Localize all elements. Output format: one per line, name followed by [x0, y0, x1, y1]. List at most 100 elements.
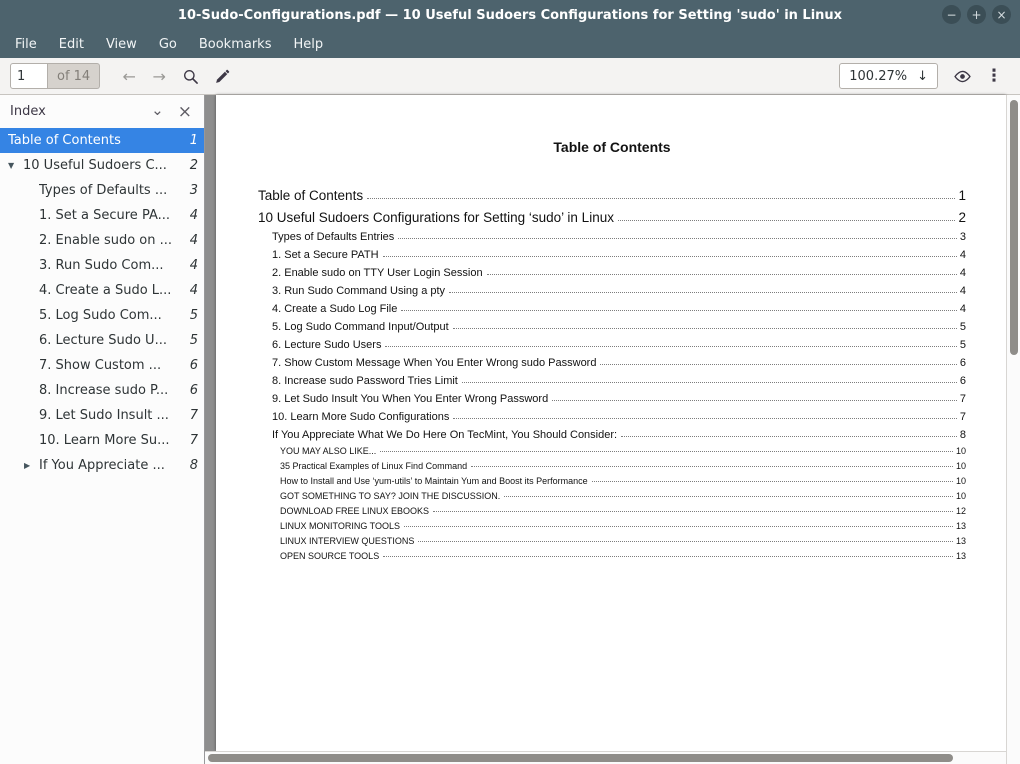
- toc-entry-label: 3. Run Sudo Command Using a pty: [272, 285, 445, 297]
- toc-entry-page: 3: [960, 231, 966, 243]
- toc-entry-page: 7: [960, 393, 966, 405]
- menu-bookmarks[interactable]: Bookmarks: [188, 33, 283, 56]
- toc-row[interactable]: 1. Set a Secure PATH 4: [258, 243, 966, 261]
- pdf-viewer-window: 10-Sudo-Configurations.pdf — 10 Useful S…: [0, 0, 1020, 764]
- toc-entry-label: If You Appreciate What We Do Here On Tec…: [272, 429, 617, 441]
- toc-row[interactable]: Table of Contents 1: [258, 181, 966, 203]
- sidebar-item[interactable]: 1. Set a Secure PA... 4: [0, 203, 204, 228]
- vertical-scrollbar[interactable]: [1006, 95, 1020, 764]
- toc-entry-label: 10 Useful Sudoers Configurations for Set…: [258, 210, 614, 225]
- toc-dotted-leader: [487, 274, 957, 275]
- toc-row[interactable]: LINUX INTERVIEW QUESTIONS 13: [258, 531, 966, 546]
- toc-row[interactable]: 10 Useful Sudoers Configurations for Set…: [258, 203, 966, 225]
- sidebar-item-label: 3. Run Sudo Com...: [39, 258, 164, 273]
- document-heading: Table of Contents: [258, 139, 966, 155]
- sidebar-item[interactable]: ▶ If You Appreciate ... 8: [0, 453, 204, 478]
- toc-row[interactable]: 6. Lecture Sudo Users 5: [258, 333, 966, 351]
- toc-dotted-leader: [433, 511, 953, 512]
- sidebar-item[interactable]: ▼ 10 Useful Sudoers C... 2: [0, 153, 204, 178]
- sidebar-item[interactable]: 2. Enable sudo on ... 4: [0, 228, 204, 253]
- annotate-button[interactable]: [206, 62, 238, 90]
- sidebar-item[interactable]: 6. Lecture Sudo U... 5: [0, 328, 204, 353]
- close-button[interactable]: ×: [992, 5, 1011, 24]
- history-forward-button[interactable]: →: [144, 62, 174, 90]
- sidebar-item[interactable]: 4. Create a Sudo L... 4: [0, 278, 204, 303]
- search-button[interactable]: [174, 62, 206, 90]
- toc-dotted-leader: [380, 451, 953, 452]
- toc-row[interactable]: 3. Run Sudo Command Using a pty 4: [258, 279, 966, 297]
- sidebar-item[interactable]: 5. Log Sudo Com... 5: [0, 303, 204, 328]
- search-icon: [182, 68, 199, 85]
- menu-file[interactable]: File: [4, 33, 48, 56]
- toc-entry-page: 8: [960, 429, 966, 441]
- horizontal-scrollbar-thumb[interactable]: [208, 754, 953, 762]
- toc-row[interactable]: If You Appreciate What We Do Here On Tec…: [258, 423, 966, 441]
- menu-go[interactable]: Go: [148, 33, 188, 56]
- toc-row[interactable]: DOWNLOAD FREE LINUX EBOOKS 12: [258, 501, 966, 516]
- toc-row[interactable]: 2. Enable sudo on TTY User Login Session…: [258, 261, 966, 279]
- toc-entry-page: 10: [956, 476, 966, 486]
- sidebar-item[interactable]: 3. Run Sudo Com... 4: [0, 253, 204, 278]
- menu-view[interactable]: View: [95, 33, 148, 56]
- toc-dotted-leader: [398, 238, 957, 239]
- toc-entry-page: 10: [956, 446, 966, 456]
- sidebar-item[interactable]: 10. Learn More Su... 7: [0, 428, 204, 453]
- zoom-control[interactable]: 100.27% ↓: [839, 63, 938, 89]
- toc-row[interactable]: 8. Increase sudo Password Tries Limit 6: [258, 369, 966, 387]
- menu-edit[interactable]: Edit: [48, 33, 95, 56]
- sidebar-item-page: 7: [182, 408, 198, 423]
- sidebar-item-page: 5: [182, 308, 198, 323]
- toc-entry-page: 13: [956, 536, 966, 546]
- toc-row[interactable]: 35 Practical Examples of Linux Find Comm…: [258, 456, 966, 471]
- toc-row[interactable]: 5. Log Sudo Command Input/Output 5: [258, 315, 966, 333]
- horizontal-scrollbar[interactable]: [205, 751, 1006, 764]
- toc-entry-label: Table of Contents: [258, 188, 363, 203]
- sidebar-item-page: 7: [182, 433, 198, 448]
- toc-dotted-leader: [504, 496, 953, 497]
- toc-row[interactable]: How to Install and Use ‘yum-utils’ to Ma…: [258, 471, 966, 486]
- page-number-input[interactable]: [10, 63, 48, 89]
- toc-row[interactable]: 4. Create a Sudo Log File 4: [258, 297, 966, 315]
- toc-row[interactable]: Types of Defaults Entries 3: [258, 225, 966, 243]
- toc-row[interactable]: 7. Show Custom Message When You Enter Wr…: [258, 351, 966, 369]
- minimize-button[interactable]: −: [942, 5, 961, 24]
- sidebar-item[interactable]: Table of Contents 1: [0, 128, 204, 153]
- sidebar-item-page: 2: [182, 158, 198, 173]
- toc-dotted-leader: [418, 541, 953, 542]
- sidebar-close-button[interactable]: ×: [176, 102, 194, 122]
- toc-row[interactable]: 10. Learn More Sudo Configurations 7: [258, 405, 966, 423]
- toc-dotted-leader: [552, 400, 957, 401]
- toc-dotted-leader: [453, 418, 957, 419]
- toc-entry-page: 6: [960, 375, 966, 387]
- maximize-button[interactable]: +: [967, 5, 986, 24]
- vertical-scrollbar-thumb[interactable]: [1010, 100, 1018, 355]
- toolbar: of 14 ← → 100.27% ↓ ⋮: [0, 58, 1020, 95]
- sidebar-item[interactable]: 8. Increase sudo P... 6: [0, 378, 204, 403]
- toc-entry-page: 13: [956, 551, 966, 561]
- page-count-label: of 14: [48, 63, 100, 89]
- sidebar-item-label: Table of Contents: [8, 133, 121, 148]
- toc-row[interactable]: YOU MAY ALSO LIKE... 10: [258, 441, 966, 456]
- titlebar: 10-Sudo-Configurations.pdf — 10 Useful S…: [0, 0, 1020, 30]
- menubar: File Edit View Go Bookmarks Help: [0, 30, 1020, 58]
- toc-row[interactable]: OPEN SOURCE TOOLS 13: [258, 546, 966, 561]
- sidebar-item[interactable]: Types of Defaults ... 3: [0, 178, 204, 203]
- sidebar-mode-dropdown[interactable]: ⌄: [151, 101, 176, 123]
- toc-entry-label: 5. Log Sudo Command Input/Output: [272, 321, 449, 333]
- sidebar-item[interactable]: 9. Let Sudo Insult ... 7: [0, 403, 204, 428]
- menu-kebab-button[interactable]: ⋮: [978, 62, 1010, 90]
- toc-row[interactable]: GOT SOMETHING TO SAY? JOIN THE DISCUSSIO…: [258, 486, 966, 501]
- view-options-button[interactable]: [946, 62, 978, 90]
- sidebar-item[interactable]: 7. Show Custom ... 6: [0, 353, 204, 378]
- toc-row[interactable]: 9. Let Sudo Insult You When You Enter Wr…: [258, 387, 966, 405]
- expander-icon[interactable]: ▼: [8, 161, 23, 170]
- toc-list: Table of Contents 1 10 Useful Sudoers Co…: [258, 181, 966, 561]
- toc-dotted-leader: [367, 198, 955, 199]
- menu-help[interactable]: Help: [282, 33, 334, 56]
- toc-row[interactable]: LINUX MONITORING TOOLS 13: [258, 516, 966, 531]
- index-sidebar: Index ⌄ × Table of Contents 1 ▼ 10 Usefu…: [0, 95, 205, 764]
- expander-icon[interactable]: ▶: [24, 461, 39, 470]
- history-back-button[interactable]: ←: [114, 62, 144, 90]
- sidebar-header: Index ⌄ ×: [0, 95, 204, 128]
- toc-dotted-leader: [618, 220, 956, 221]
